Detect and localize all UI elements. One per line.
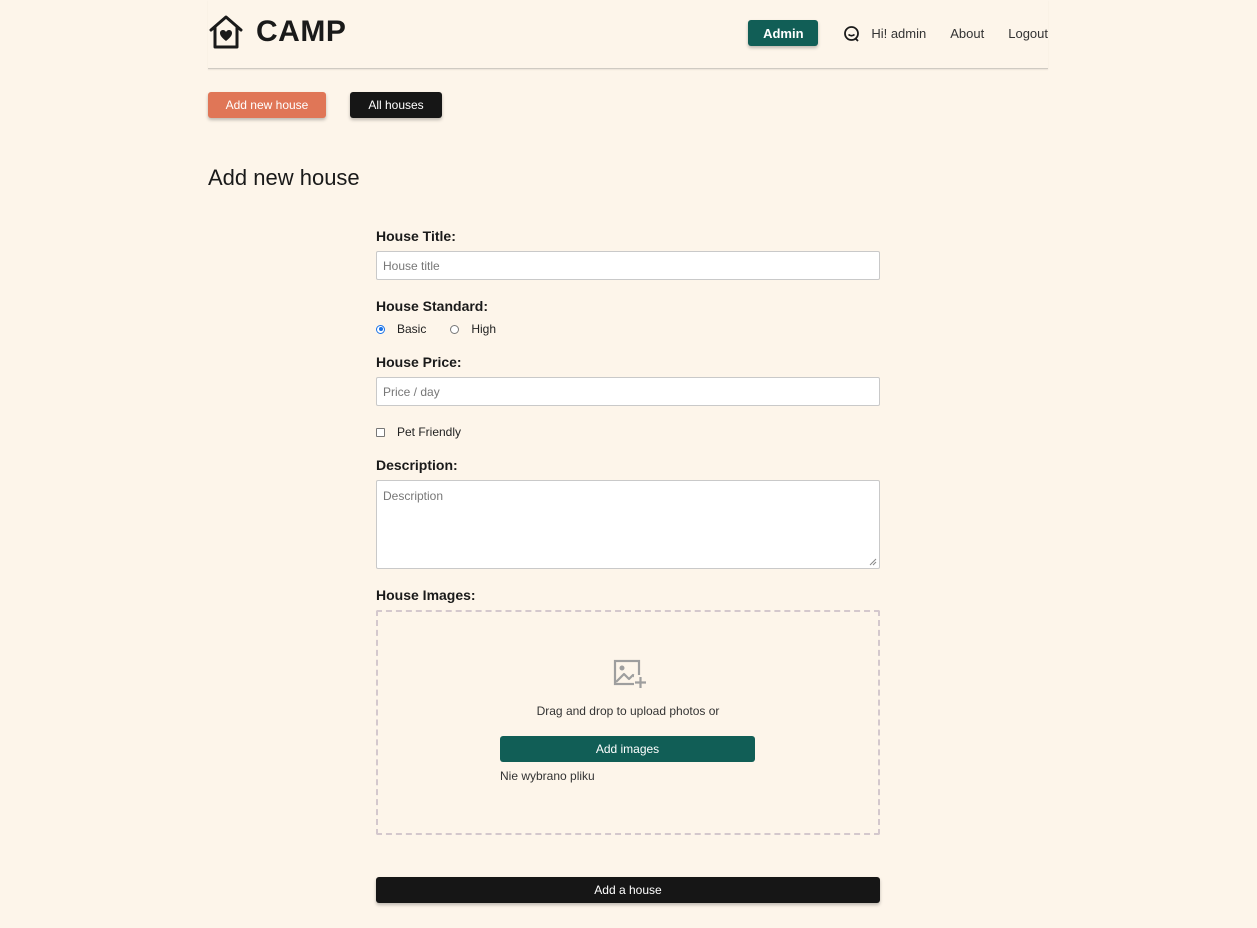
house-standard-label: House Standard: <box>376 298 489 314</box>
image-dropzone[interactable]: Drag and drop to upload photos or Add im… <box>376 610 880 835</box>
top-navbar: CAMP Admin Hi! admin About Logout <box>208 0 1048 69</box>
admin-button[interactable]: Admin <box>748 20 819 46</box>
standard-basic-radio[interactable] <box>376 324 385 334</box>
standard-radio-group: Basic High <box>376 322 496 336</box>
all-houses-button[interactable]: All houses <box>350 92 442 118</box>
logout-link[interactable]: Logout <box>1008 26 1048 41</box>
pet-friendly-checkbox[interactable] <box>376 427 385 437</box>
dropzone-text: Drag and drop to upload photos or <box>536 704 720 718</box>
file-status-text: Nie wybrano pliku <box>500 769 595 783</box>
nav-menu: Admin Hi! admin About Logout <box>748 20 1048 46</box>
about-link[interactable]: About <box>950 26 984 41</box>
house-title-placeholder: House title <box>383 258 440 273</box>
logo[interactable]: CAMP <box>208 14 346 50</box>
house-title-input[interactable]: House title <box>376 251 880 280</box>
house-price-input[interactable]: Price / day <box>376 377 880 406</box>
house-images-label: House Images: <box>376 587 476 603</box>
home-heart-icon <box>209 15 243 49</box>
house-title-label: House Title: <box>376 228 456 244</box>
pet-friendly-row: Pet Friendly <box>376 425 461 439</box>
pet-friendly-label: Pet Friendly <box>397 425 462 439</box>
page-title: Add new house <box>208 165 360 190</box>
user-greeting[interactable]: Hi! admin <box>871 26 926 41</box>
standard-basic-label: Basic <box>397 322 427 336</box>
description-label: Description: <box>376 457 458 473</box>
user-icon <box>844 25 860 42</box>
add-images-button[interactable]: Add images <box>500 736 755 762</box>
logo-text: CAMP <box>256 15 347 48</box>
description-textarea[interactable]: Description <box>376 480 880 569</box>
house-price-label: House Price: <box>376 354 462 370</box>
description-placeholder: Description <box>383 489 444 503</box>
house-price-placeholder: Price / day <box>383 384 440 399</box>
add-new-house-button[interactable]: Add new house <box>208 92 326 118</box>
add-house-submit-button[interactable]: Add a house <box>376 877 880 903</box>
standard-high-label: High <box>471 322 497 336</box>
image-add-icon <box>613 659 647 689</box>
standard-high-radio[interactable] <box>450 324 460 334</box>
resize-grip-icon[interactable] <box>869 558 877 566</box>
